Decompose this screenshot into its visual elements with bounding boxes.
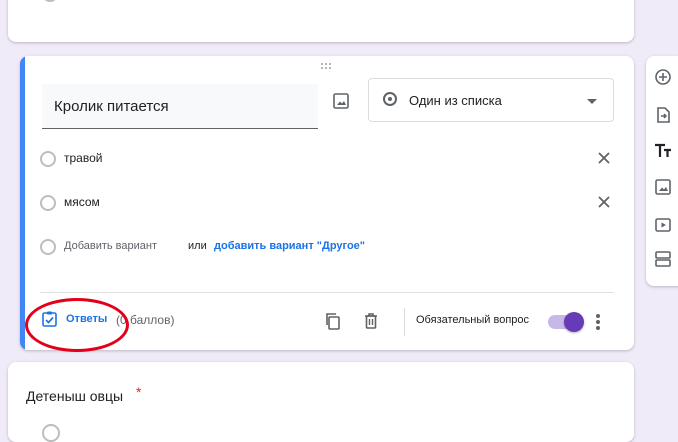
next-question-card[interactable]: Детеныш овцы * bbox=[8, 362, 634, 442]
add-image-icon[interactable] bbox=[332, 92, 350, 110]
previous-question-card[interactable] bbox=[8, 0, 634, 42]
question-title-field[interactable]: Кролик питается bbox=[42, 84, 318, 129]
close-icon[interactable] bbox=[594, 192, 614, 212]
required-toggle[interactable] bbox=[548, 312, 584, 332]
points-label: (0 баллов) bbox=[116, 313, 175, 327]
required-label: Обязательный вопрос bbox=[416, 314, 530, 326]
answer-key-label: Ответы bbox=[66, 313, 108, 325]
add-image-icon[interactable] bbox=[654, 178, 672, 196]
question-type-dropdown[interactable]: Один из списка bbox=[368, 78, 614, 122]
list-item[interactable]: травой bbox=[40, 148, 614, 170]
question-type-label: Один из списка bbox=[409, 93, 502, 108]
active-indicator-bar bbox=[20, 56, 25, 350]
chevron-down-icon bbox=[587, 99, 597, 104]
add-other-option-link[interactable]: добавить вариант "Другое" bbox=[214, 240, 365, 252]
required-marker: * bbox=[136, 384, 142, 400]
drag-handle-icon[interactable] bbox=[320, 62, 332, 70]
add-option-button[interactable]: Добавить вариант bbox=[64, 240, 157, 252]
radio-option[interactable] bbox=[42, 0, 58, 2]
active-question-card[interactable]: Кролик питается Один из списка травой мя… bbox=[20, 56, 634, 350]
add-video-icon[interactable] bbox=[654, 216, 672, 234]
question-title: Детеныш овцы bbox=[26, 388, 124, 404]
add-option-row[interactable]: Добавить вариант или добавить вариант "Д… bbox=[40, 236, 614, 258]
add-question-icon[interactable] bbox=[654, 68, 672, 86]
divider bbox=[404, 308, 405, 336]
radio-option bbox=[40, 195, 56, 211]
option-label[interactable]: мясом bbox=[64, 195, 100, 209]
radio-selected-icon bbox=[383, 92, 397, 106]
duplicate-icon[interactable] bbox=[324, 312, 342, 330]
toggle-knob bbox=[564, 312, 584, 332]
answer-key-icon bbox=[42, 311, 58, 327]
radio-option bbox=[40, 151, 56, 167]
close-icon[interactable] bbox=[594, 148, 614, 168]
option-label[interactable]: травой bbox=[64, 151, 102, 165]
more-vert-icon[interactable] bbox=[594, 312, 602, 332]
import-questions-icon[interactable] bbox=[654, 106, 672, 124]
floating-toolbar bbox=[646, 56, 678, 286]
radio-option[interactable] bbox=[42, 424, 60, 442]
radio-option bbox=[40, 239, 56, 255]
trash-icon[interactable] bbox=[362, 312, 380, 330]
list-item[interactable]: мясом bbox=[40, 192, 614, 214]
add-title-icon[interactable] bbox=[654, 142, 672, 160]
or-label: или bbox=[188, 240, 207, 252]
question-title-text: Кролик питается bbox=[54, 98, 169, 115]
add-section-icon[interactable] bbox=[654, 250, 672, 268]
divider bbox=[40, 292, 614, 293]
